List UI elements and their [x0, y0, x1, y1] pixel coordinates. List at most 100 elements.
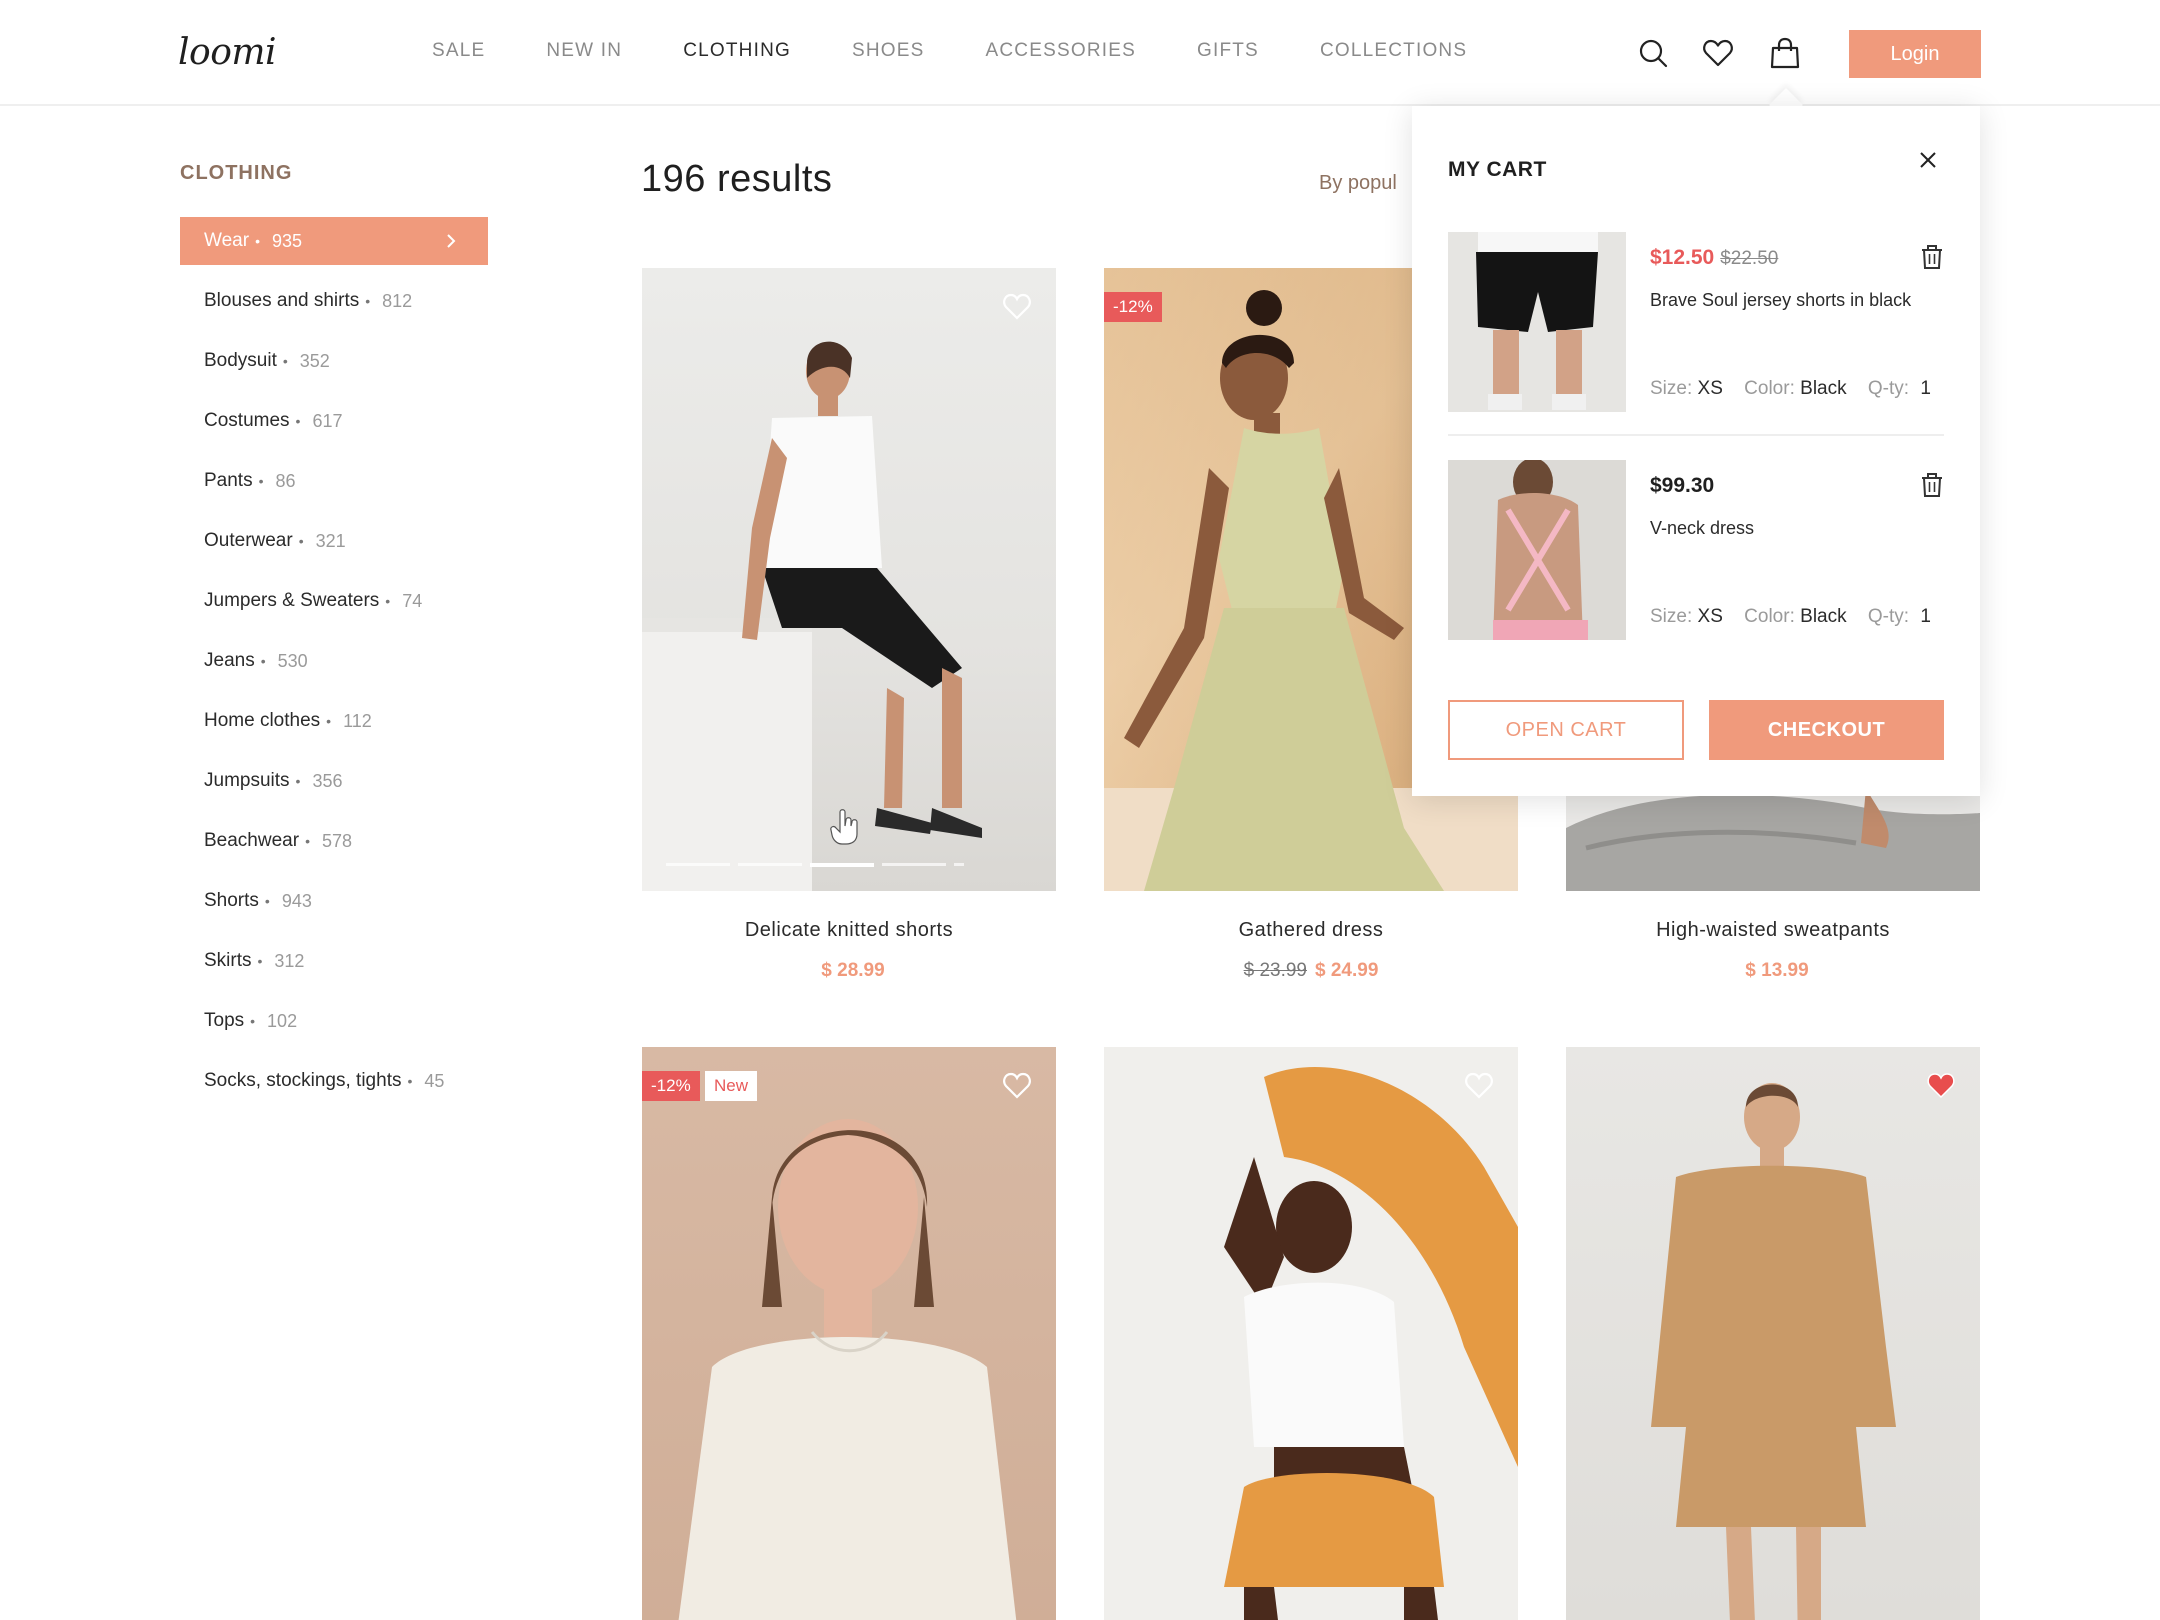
category-item[interactable]: Outerwear • 321: [180, 517, 488, 565]
category-item[interactable]: Blouses and shirts • 812: [180, 277, 488, 325]
main-nav: SALE NEW IN CLOTHING SHOES ACCESSORIES G…: [432, 40, 1528, 62]
favorite-heart-icon[interactable]: [1926, 1071, 1956, 1099]
product-photo[interactable]: [1104, 1047, 1518, 1620]
favorite-heart-icon[interactable]: [1002, 1071, 1032, 1099]
cart-item-price: $12.50 $22.50: [1650, 246, 1779, 269]
category-count: 943: [281, 890, 312, 911]
category-label: Tops: [204, 1010, 245, 1031]
category-label: Skirts: [204, 950, 252, 971]
new-badge: New: [705, 1071, 758, 1101]
category-label: Jeans: [204, 650, 255, 671]
category-item[interactable]: Jumpers & Sweaters • 74: [180, 577, 488, 625]
close-icon[interactable]: [1916, 148, 1940, 172]
category-item[interactable]: Beachwear • 578: [180, 817, 488, 865]
discount-badge: -12%: [642, 1071, 700, 1101]
category-item[interactable]: Tops • 102: [180, 997, 488, 1045]
category-item[interactable]: Shorts • 943: [180, 877, 488, 925]
product-title[interactable]: High-waisted sweatpants: [1566, 919, 1980, 942]
product-card[interactable]: [1104, 1047, 1518, 1620]
image-carousel-dots[interactable]: [666, 863, 972, 867]
product-card[interactable]: Delicate knitted shorts $ 28.99: [642, 268, 1056, 982]
category-label: Outerwear: [204, 530, 293, 551]
nav-gifts[interactable]: GIFTS: [1197, 40, 1259, 62]
logo[interactable]: loomi: [178, 32, 277, 73]
cart-item-name[interactable]: V-neck dress: [1650, 518, 1754, 539]
cart-item: $99.30 V-neck dress Size: XS Color: Blac…: [1448, 460, 1944, 640]
category-list: Wear • 935 Blouses and shirts • 812 Bodysuit…: [180, 217, 488, 1105]
cart-item-name[interactable]: Brave Soul jersey shorts in black: [1650, 290, 1911, 311]
model-image: [678, 1119, 1017, 1620]
product-price: $ 28.99: [821, 960, 885, 981]
category-count: 578: [321, 830, 353, 851]
category-item[interactable]: Bodysuit • 352: [180, 337, 488, 385]
category-label: Shorts: [204, 890, 259, 911]
category-count: 74: [402, 590, 423, 611]
product-card[interactable]: -12% New: [642, 1047, 1056, 1620]
nav-new-in[interactable]: NEW IN: [546, 40, 622, 62]
category-item[interactable]: Home clothes • 112: [180, 697, 488, 745]
cart-item-thumbnail[interactable]: [1448, 232, 1626, 412]
category-count: 112: [343, 710, 372, 731]
product-photo[interactable]: [642, 268, 1056, 891]
cart-divider: [1448, 434, 1944, 436]
category-count: 102: [267, 1010, 298, 1031]
category-label: Bodysuit: [204, 350, 277, 371]
bag-icon[interactable]: [1768, 36, 1802, 70]
category-item[interactable]: Jeans • 530: [180, 637, 488, 685]
product-title[interactable]: Delicate knitted shorts: [642, 919, 1056, 942]
category-label: Home clothes: [204, 710, 321, 731]
favorite-heart-icon[interactable]: [1002, 292, 1032, 320]
login-button[interactable]: Login: [1849, 30, 1981, 78]
product-title[interactable]: Gathered dress: [1104, 919, 1518, 942]
header: loomi SALE NEW IN CLOTHING SHOES ACCESSO…: [0, 0, 2160, 106]
category-count: 352: [299, 350, 330, 371]
category-item[interactable]: Skirts • 312: [180, 937, 488, 985]
open-cart-button[interactable]: OPEN CART: [1448, 700, 1684, 760]
search-icon[interactable]: [1636, 36, 1670, 70]
nav-accessories[interactable]: ACCESSORIES: [986, 40, 1136, 62]
chevron-right-icon: [447, 234, 456, 248]
cart-item-price: $99.30: [1650, 474, 1715, 497]
category-label: Wear: [204, 230, 250, 251]
cart-item-thumbnail[interactable]: [1448, 460, 1626, 640]
favorite-heart-icon[interactable]: [1464, 1071, 1494, 1099]
category-count: 321: [315, 530, 346, 551]
category-count: 617: [312, 410, 343, 431]
category-count: 530: [277, 650, 308, 671]
category-count: 45: [424, 1070, 445, 1091]
page: loomi SALE NEW IN CLOTHING SHOES ACCESSO…: [0, 0, 2160, 1620]
category-item[interactable]: Socks, stockings, tights • 45: [180, 1057, 488, 1105]
category-item[interactable]: Costumes • 617: [180, 397, 488, 445]
sort-dropdown[interactable]: By popul: [1319, 172, 1397, 195]
category-item[interactable]: Pants • 86: [180, 457, 488, 505]
cart-item-meta: Size: XS Color: Black Q-ty: 1: [1650, 378, 1931, 399]
trash-icon[interactable]: [1920, 472, 1944, 498]
results-count: 196 results: [641, 158, 833, 200]
discount-badge: -12%: [1104, 292, 1162, 322]
category-item[interactable]: Wear • 935: [180, 217, 488, 265]
product-price: $ 23.99 $ 24.99: [1243, 960, 1379, 981]
product-card[interactable]: [1566, 1047, 1980, 1620]
category-label: Pants: [204, 470, 253, 491]
nav-collections[interactable]: COLLECTIONS: [1320, 40, 1467, 62]
model-image: [642, 341, 982, 891]
heart-icon[interactable]: [1701, 36, 1735, 70]
category-count: 935: [271, 230, 303, 251]
nav-shoes[interactable]: SHOES: [852, 40, 925, 62]
nav-clothing[interactable]: CLOTHING: [683, 40, 791, 62]
category-sidebar: CLOTHING Wear • 935 Blouses and shirts • 812…: [180, 162, 488, 1117]
category-label: Jumpers & Sweaters: [204, 590, 380, 611]
category-label: Blouses and shirts: [204, 290, 360, 311]
product-photo[interactable]: -12% New: [642, 1047, 1056, 1620]
trash-icon[interactable]: [1920, 244, 1944, 270]
cart-item: $12.50 $22.50 Brave Soul jersey shorts in…: [1448, 232, 1944, 412]
category-count: 812: [382, 290, 413, 311]
nav-sale[interactable]: SALE: [432, 40, 485, 62]
hand-cursor-icon: [828, 808, 862, 846]
category-count: 356: [312, 770, 343, 791]
category-item[interactable]: Jumpsuits • 356: [180, 757, 488, 805]
checkout-button[interactable]: CHECKOUT: [1709, 700, 1944, 760]
product-photo[interactable]: [1566, 1047, 1980, 1620]
category-label: Beachwear: [204, 830, 300, 851]
category-label: Socks, stockings, tights: [204, 1070, 402, 1091]
